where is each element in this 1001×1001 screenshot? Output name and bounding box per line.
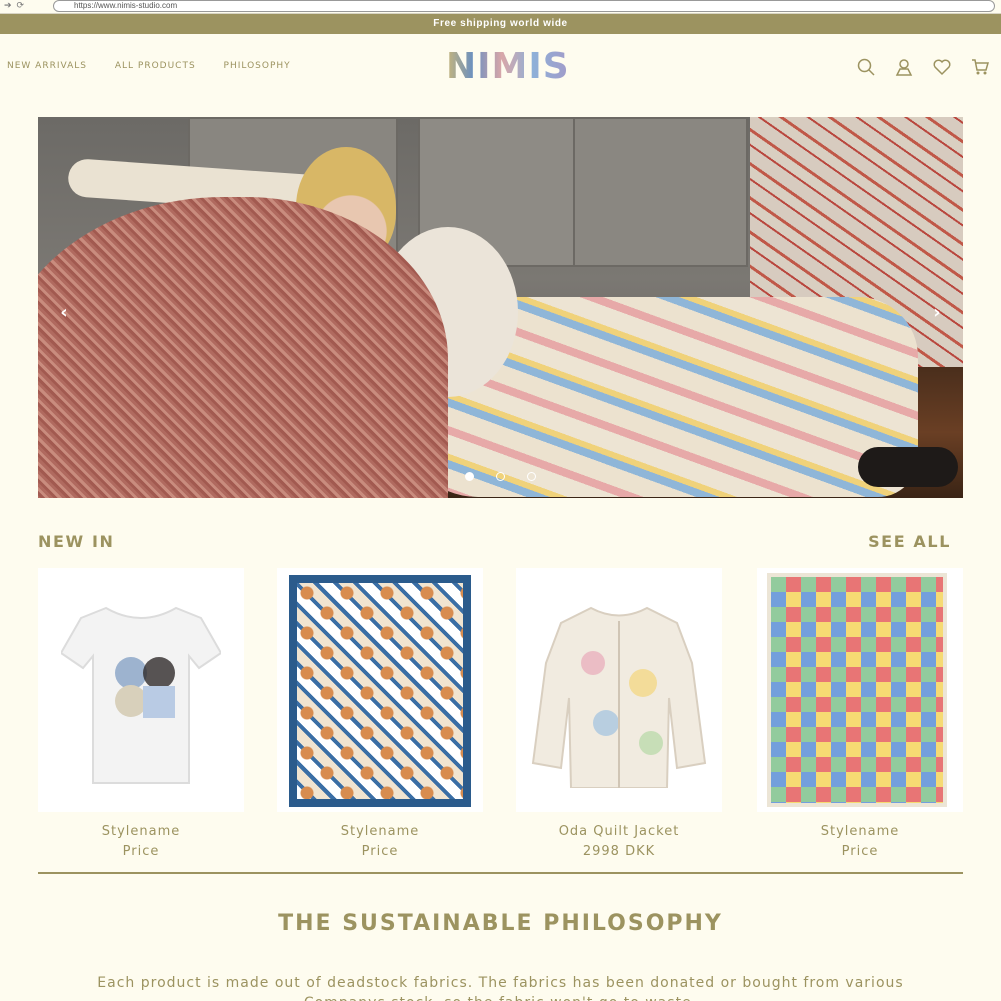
wishlist-icon[interactable] — [933, 58, 951, 76]
product-card[interactable]: Oda Quilt Jacket 2998 DKK — [516, 568, 722, 863]
philosophy-title: THE SUSTAINABLE PHILOSOPHY — [278, 911, 723, 936]
carousel-dot-1[interactable] — [465, 472, 474, 481]
product-name: Stylename — [101, 824, 181, 839]
site-logo[interactable]: NIMIS — [446, 46, 570, 87]
product-image[interactable] — [516, 568, 722, 812]
reload-icon[interactable]: ⟳ — [17, 1, 25, 11]
carousel-dot-2[interactable] — [496, 472, 505, 481]
section-title: NEW IN — [38, 532, 115, 551]
carousel-dots — [465, 472, 536, 481]
product-grid: Stylename Price Stylename Price Oda Quil… — [38, 568, 963, 863]
product-image[interactable] — [38, 568, 244, 812]
product-price: 2998 DKK — [582, 844, 656, 859]
carousel-next-icon[interactable]: › — [927, 303, 947, 323]
forward-arrow-icon[interactable]: ➔ — [4, 1, 12, 11]
nav-all-products[interactable]: ALL PRODUCTS — [115, 61, 196, 71]
product-card[interactable]: Stylename Price — [38, 568, 244, 863]
product-price: Price — [841, 844, 879, 859]
url-field[interactable]: https://www.nimis-studio.com — [53, 0, 995, 12]
carousel-dot-3[interactable] — [527, 472, 536, 481]
browser-bar: ➔ ⟳ https://www.nimis-studio.com — [0, 0, 1001, 14]
product-card[interactable]: Stylename Price — [757, 568, 963, 863]
hero-carousel[interactable]: ‹ › — [38, 117, 963, 498]
product-name: Stylename — [820, 824, 900, 839]
new-in-header: NEW IN SEE ALL — [38, 532, 951, 552]
header-icons — [857, 58, 989, 76]
account-icon[interactable] — [895, 58, 913, 76]
see-all-link[interactable]: SEE ALL — [868, 532, 951, 551]
browser-nav: ➔ ⟳ — [4, 0, 29, 12]
shipping-banner: Free shipping world wide — [0, 14, 1001, 34]
site-header: NEW ARRIVALS ALL PRODUCTS PHILOSOPHY NIM… — [0, 34, 1001, 104]
product-card[interactable]: Stylename Price — [277, 568, 483, 863]
philosophy-text: Each product is made out of deadstock fa… — [97, 975, 904, 1001]
section-divider — [38, 872, 963, 874]
product-image[interactable] — [277, 568, 483, 812]
product-name: Stylename — [340, 824, 420, 839]
product-price: Price — [122, 844, 160, 859]
nav-new-arrivals[interactable]: NEW ARRIVALS — [7, 61, 87, 71]
main-nav: NEW ARRIVALS ALL PRODUCTS PHILOSOPHY — [7, 61, 315, 71]
nav-philosophy[interactable]: PHILOSOPHY — [224, 61, 291, 71]
search-icon[interactable] — [857, 58, 875, 76]
product-name: Oda Quilt Jacket — [558, 824, 680, 839]
carousel-prev-icon[interactable]: ‹ — [54, 303, 74, 323]
product-image[interactable] — [757, 568, 963, 812]
product-price: Price — [361, 844, 399, 859]
cart-icon[interactable] — [971, 58, 989, 76]
